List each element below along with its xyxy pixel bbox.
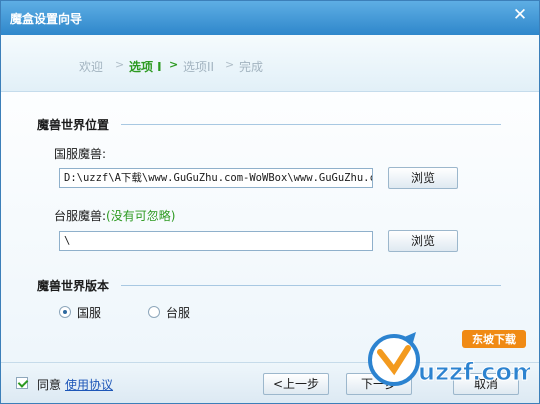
step-welcome: 欢迎 [79,60,104,74]
browse-cn-button[interactable]: 浏览 [388,167,458,189]
step-arrow-icon: > [115,58,125,71]
title-bar[interactable]: 魔盒设置向导 ✕ [1,1,539,35]
cancel-button[interactable]: 取消 [453,373,519,395]
browse-tw-button[interactable]: 浏览 [388,230,458,252]
cn-path-label: 国服魔兽: [54,147,107,161]
tw-path-label-text: 台服魔兽: [54,209,107,223]
window-title: 魔盒设置向导 [10,12,83,26]
radio-cn-label[interactable]: 国服 [77,304,101,321]
close-icon: ✕ [512,5,528,25]
cn-path-input[interactable]: D:\uzzf\A下载\www.GuGuZhu.com-WoWBox\www.G… [59,168,373,188]
tw-path-input[interactable]: \ [59,231,373,251]
tw-path-hint: (没有可忽略) [106,209,176,223]
tw-path-label: 台服魔兽:(没有可忽略) [54,207,175,224]
step-finish: 完成 [239,60,264,74]
agree-label: 同意 [37,378,62,392]
radio-tw-label[interactable]: 台服 [166,304,190,321]
agree-checkbox[interactable] [16,377,29,389]
step-options-2: 选项II [183,60,215,74]
wizard-steps: 欢迎 > 选项 I > 选项II > 完成 [1,35,539,92]
step-arrow-icon: > [225,58,235,71]
footer-bar: 同意 使用协议 <上一步 下一步 取消 [1,362,539,403]
section-divider [121,285,501,286]
location-section-title: 魔兽世界位置 [37,118,110,132]
section-divider [121,124,501,125]
close-button[interactable]: ✕ [509,5,531,25]
version-section-title: 魔兽世界版本 [37,279,110,293]
radio-selected-dot [63,310,67,314]
step-options-1: 选项 I [129,60,162,74]
radio-tw[interactable] [148,306,160,318]
license-link[interactable]: 使用协议 [65,376,113,393]
prev-button[interactable]: <上一步 [263,373,329,395]
check-icon [17,377,29,388]
content-panel: 魔兽世界位置 国服魔兽: D:\uzzf\A下载\www.GuGuZhu.com… [1,92,539,362]
step-arrow-icon: > [169,58,179,71]
next-button[interactable]: 下一步 [346,373,412,395]
radio-cn[interactable] [59,306,71,318]
setup-wizard-dialog: 魔盒设置向导 ✕ 欢迎 > 选项 I > 选项II > 完成 魔兽世界位置 国服… [0,0,540,404]
